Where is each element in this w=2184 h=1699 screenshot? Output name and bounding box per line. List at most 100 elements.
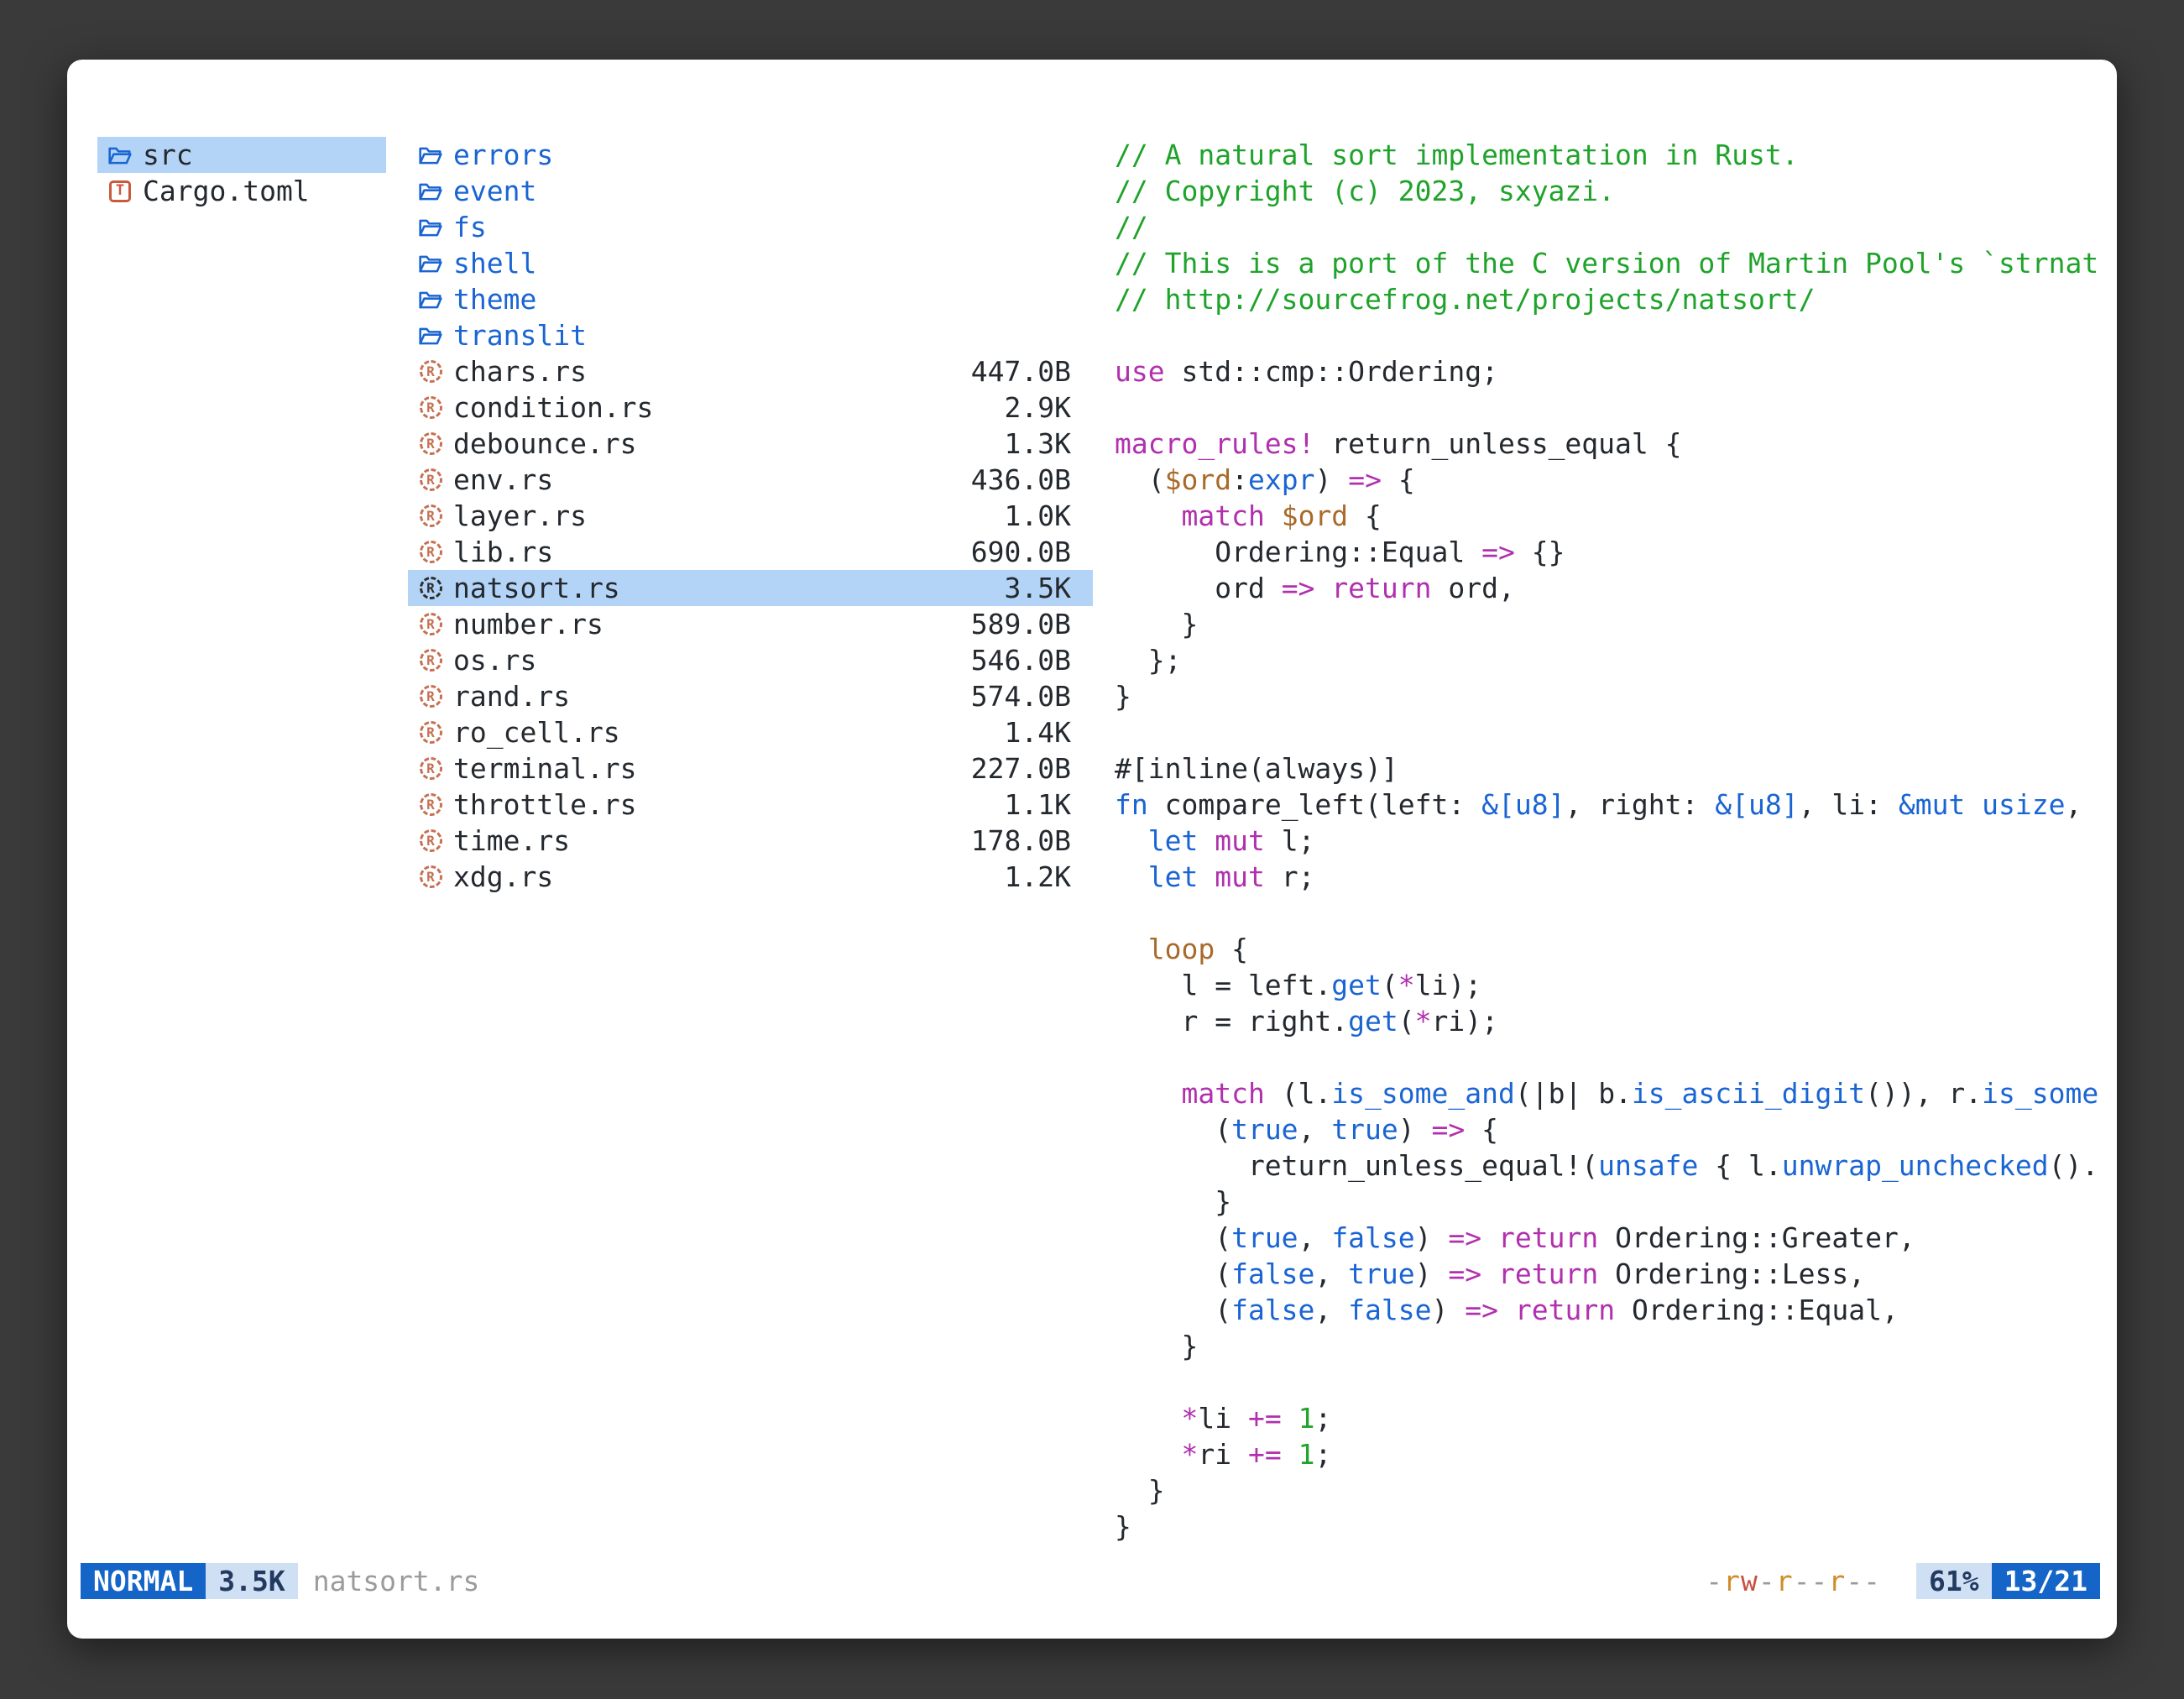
- entry-size: 2.9K: [1005, 391, 1071, 424]
- entry-name: errors: [453, 139, 553, 171]
- entry-name: throttle.rs: [453, 788, 637, 821]
- code-line: *li += 1;: [1115, 1400, 2100, 1436]
- entry-name: chars.rs: [453, 355, 587, 388]
- code-line: (true, false) => return Ordering::Greate…: [1115, 1220, 2100, 1256]
- rust-icon: R: [416, 649, 445, 672]
- entry-size: 690.0B: [971, 536, 1071, 568]
- rust-icon: R: [416, 685, 445, 708]
- folder-open-icon: [416, 253, 445, 274]
- file-row[interactable]: Rnatsort.rs3.5K: [408, 570, 1093, 606]
- status-filename: natsort.rs: [313, 1565, 480, 1597]
- entry-name: ro_cell.rs: [453, 716, 620, 749]
- file-row[interactable]: Rrand.rs 574.0B: [408, 678, 1093, 714]
- entry-size: 1.0K: [1005, 499, 1071, 532]
- file-row[interactable]: Rnumber.rs589.0B: [408, 606, 1093, 642]
- folder-row[interactable]: shell: [408, 245, 1093, 281]
- code-line: Ordering::Equal => {}: [1115, 534, 2100, 570]
- file-row[interactable]: Rchars.rs447.0B: [408, 353, 1093, 389]
- code-line: *ri += 1;: [1115, 1436, 2100, 1472]
- code-line: }: [1115, 1508, 2100, 1545]
- file-row[interactable]: TCargo.toml: [97, 173, 386, 209]
- parent-pane: srcTCargo.toml: [97, 137, 386, 209]
- file-row[interactable]: Rcondition.rs2.9K: [408, 389, 1093, 426]
- code-line: };: [1115, 642, 2100, 678]
- code-line: [1115, 895, 2100, 931]
- file-row[interactable]: Rterminal.rs227.0B: [408, 750, 1093, 787]
- code-line: ($ord:expr) => {: [1115, 462, 2100, 498]
- entry-name: lib.rs: [453, 536, 553, 568]
- code-line: }: [1115, 678, 2100, 714]
- entry-name: rand.rs: [453, 680, 570, 713]
- file-size-badge: 3.5K: [206, 1563, 297, 1599]
- entry-name: time.rs: [453, 824, 570, 857]
- entry-size: 447.0B: [971, 355, 1071, 388]
- code-line: l = left.get(*li);: [1115, 967, 2100, 1003]
- file-row[interactable]: Ros.rs546.0B: [408, 642, 1093, 678]
- folder-row[interactable]: translit: [408, 317, 1093, 353]
- cursor-position-badge: 13/21: [1992, 1563, 2100, 1599]
- rust-icon: R: [416, 757, 445, 780]
- yazi-window: srcTCargo.toml errors event fs shell the…: [67, 60, 2117, 1639]
- code-line: [1115, 317, 2100, 353]
- file-row[interactable]: Renv.rs436.0B: [408, 462, 1093, 498]
- entry-size: 178.0B: [971, 824, 1071, 857]
- entry-name: layer.rs: [453, 499, 587, 532]
- entry-size: 436.0B: [971, 463, 1071, 496]
- code-line: }: [1115, 1184, 2100, 1220]
- entry-size: 589.0B: [971, 608, 1071, 640]
- entry-name: number.rs: [453, 608, 603, 640]
- folder-row[interactable]: event: [408, 173, 1093, 209]
- rust-icon: R: [416, 721, 445, 744]
- folder-open-icon: [106, 144, 134, 166]
- folder-open-icon: [416, 144, 445, 166]
- file-row[interactable]: Rtime.rs178.0B: [408, 823, 1093, 859]
- code-line: [1115, 1039, 2100, 1075]
- file-row[interactable]: Rlayer.rs1.0K: [408, 498, 1093, 534]
- code-line: //: [1115, 209, 2100, 245]
- code-line: (false, false) => return Ordering::Equal…: [1115, 1292, 2100, 1328]
- preview-pane: // A natural sort implementation in Rust…: [1115, 137, 2100, 1563]
- code-line: (false, true) => return Ordering::Less,: [1115, 1256, 2100, 1292]
- code-line: #[inline(always)]: [1115, 750, 2100, 787]
- entry-name: event: [453, 175, 536, 207]
- code-line: }: [1115, 606, 2100, 642]
- code-line: macro_rules! return_unless_equal {: [1115, 426, 2100, 462]
- entry-size: 1.3K: [1005, 427, 1071, 460]
- file-row[interactable]: Rro_cell.rs 1.4K: [408, 714, 1093, 750]
- file-row[interactable]: Rdebounce.rs1.3K: [408, 426, 1093, 462]
- folder-open-icon: [416, 217, 445, 238]
- code-line: // Copyright (c) 2023, sxyazi.: [1115, 173, 2100, 209]
- entry-name: shell: [453, 247, 536, 280]
- rust-icon: R: [416, 577, 445, 599]
- file-row[interactable]: Rlib.rs 690.0B: [408, 534, 1093, 570]
- entry-name: terminal.rs: [453, 752, 637, 785]
- folder-row[interactable]: src: [97, 137, 386, 173]
- rust-icon: R: [416, 432, 445, 455]
- entry-size: 1.1K: [1005, 788, 1071, 821]
- code-line: let mut r;: [1115, 859, 2100, 895]
- code-line: [1115, 1364, 2100, 1400]
- folder-row[interactable]: theme: [408, 281, 1093, 317]
- folder-row[interactable]: errors: [408, 137, 1093, 173]
- entry-size: 574.0B: [971, 680, 1071, 713]
- rust-icon: R: [416, 541, 445, 563]
- rust-icon: R: [416, 793, 445, 816]
- entry-name: translit: [453, 319, 587, 352]
- code-line: use std::cmp::Ordering;: [1115, 353, 2100, 389]
- entry-name: theme: [453, 283, 536, 316]
- file-row[interactable]: Rthrottle.rs 1.1K: [408, 787, 1093, 823]
- desktop-background: srcTCargo.toml errors event fs shell the…: [0, 0, 2184, 1699]
- code-line: match $ord {: [1115, 498, 2100, 534]
- rust-icon: R: [416, 396, 445, 419]
- entry-size: 1.4K: [1005, 716, 1071, 749]
- entry-name: fs: [453, 211, 487, 243]
- file-permissions: -rw-r--r--: [1706, 1565, 1881, 1597]
- code-line: [1115, 714, 2100, 750]
- folder-row[interactable]: fs: [408, 209, 1093, 245]
- code-line: // A natural sort implementation in Rust…: [1115, 137, 2100, 173]
- toml-icon: T: [106, 180, 134, 202]
- panes-container: srcTCargo.toml errors event fs shell the…: [67, 60, 2117, 1563]
- code-line: r = right.get(*ri);: [1115, 1003, 2100, 1039]
- file-row[interactable]: Rxdg.rs1.2K: [408, 859, 1093, 895]
- code-line: (true, true) => {: [1115, 1111, 2100, 1147]
